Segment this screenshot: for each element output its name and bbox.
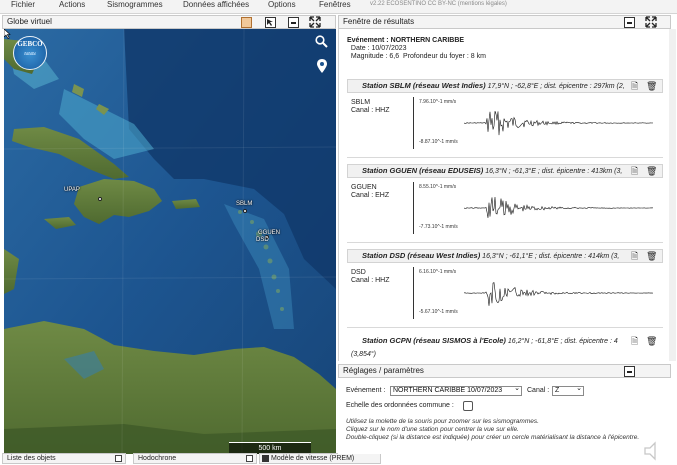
event-info: Evénement : NORTHERN CARIBBE Date : 10/0…	[347, 37, 486, 61]
station-detail: 17,9°N ; -62,8°E ; dist. épicentre : 297…	[485, 83, 625, 90]
globe-map[interactable]: GEBCO ≈≈≈ UPAP SBLM GGUEN DSD 500 km	[4, 29, 336, 454]
channel-select-label: Canal :	[527, 387, 550, 394]
results-panel: Evénement : NORTHERN CARIBBE Date : 10/0…	[338, 29, 671, 361]
station-label-dsd[interactable]: DSD	[256, 237, 269, 243]
document-icon[interactable]: 🗎	[631, 81, 638, 92]
station-header-dsd[interactable]: Station DSD (réseau West Indies) 16,3°N …	[347, 249, 663, 263]
station-label-sblm[interactable]: SBLM	[236, 201, 252, 207]
amplitude-max: 8.55.10^-1 mm/s	[419, 184, 457, 190]
signal-axis	[413, 182, 414, 234]
settings-panel-title: Réglages / paramètres	[343, 366, 424, 375]
mouse-cursor-icon	[4, 29, 11, 39]
settings-panel-header: Réglages / paramètres	[338, 364, 671, 378]
menu-options[interactable]: Options	[268, 0, 296, 9]
station-header-gcpn[interactable]: Station GCPN (réseau SISMOS à l'Ecole) 1…	[347, 334, 663, 348]
station-title[interactable]: Station DSD (réseau West Indies)	[362, 251, 480, 260]
station-label-upap[interactable]: UPAP	[64, 187, 80, 193]
amplitude-min: -8.87.10^-1 mm/s	[419, 139, 458, 145]
tab-liste-objets[interactable]: Liste des objets	[2, 453, 126, 464]
results-expand-icon[interactable]	[645, 16, 657, 28]
help-line: Utilisez la molette de la souris pour zo…	[346, 418, 539, 425]
document-icon[interactable]: 🗎	[631, 166, 638, 177]
results-scrollbar[interactable]	[669, 29, 676, 361]
signal-axis	[413, 97, 414, 149]
trash-icon[interactable]: 🗑	[646, 81, 657, 92]
seismogram-sblm[interactable]	[464, 101, 654, 145]
settings-panel: Evénement : NORTHERN CARIBBE 10/07/2023 …	[338, 378, 671, 454]
pointer-mode-icon[interactable]	[265, 17, 276, 28]
menu-sismogrammes[interactable]: Sismogrammes	[107, 0, 163, 9]
station-channel-sblm: SBLM Canal : HHZ	[351, 99, 390, 114]
tab-modele-vitesse[interactable]: Modèle de vitesse (PREM)	[259, 453, 381, 464]
results-panel-title: Fenêtre de résultats	[343, 17, 415, 26]
amplitude-max: 7.96.10^-1 mm/s	[419, 99, 457, 105]
version-text: v2.22 ECOSENTINO CC BY-NC (mentions léga…	[370, 1, 507, 7]
event-select[interactable]: NORTHERN CARIBBE 10/07/2023	[390, 385, 522, 396]
tab-restore-icon[interactable]	[246, 455, 253, 462]
document-icon[interactable]: 🗎	[631, 251, 638, 262]
amplitude-max: 6.16.10^-1 mm/s	[419, 269, 457, 275]
seismogram-gguen[interactable]	[464, 186, 654, 230]
station-detail: 16,2°N ; -61,8°E ; dist. épicentre : 4	[505, 338, 618, 345]
station-distance-partial: (3,854°)	[351, 351, 376, 358]
station-marker[interactable]	[98, 197, 102, 201]
trash-icon[interactable]: 🗑	[646, 336, 657, 347]
results-panel-header: Fenêtre de résultats	[338, 15, 671, 29]
globe-expand-icon[interactable]	[309, 16, 321, 28]
amplitude-min: -7.73.10^-1 mm/s	[419, 224, 458, 230]
document-icon[interactable]: 🗎	[631, 336, 638, 347]
station-header-sblm[interactable]: Station SBLM (réseau West Indies) 17,9°N…	[347, 79, 663, 93]
tab-hodochrone[interactable]: Hodochrone	[133, 453, 257, 464]
menu-fichier[interactable]: Fichier	[11, 0, 35, 9]
help-text: Utilisez la molette de la souris pour zo…	[346, 418, 639, 442]
event-select-label: Evénement :	[346, 387, 386, 394]
station-channel-dsd: DSD Canal : HHZ	[351, 269, 390, 284]
speaker-icon[interactable]	[643, 441, 667, 461]
trash-icon[interactable]: 🗑	[646, 251, 657, 262]
station-title[interactable]: Station SBLM (réseau West Indies)	[362, 81, 486, 90]
seismogram-dsd[interactable]	[464, 271, 654, 315]
amplitude-min: -5.67.10^-1 mm/s	[419, 309, 458, 315]
help-line: Double-cliquez (si la distance est indiq…	[346, 434, 640, 441]
station-header-gguen[interactable]: Station GGUEN (réseau EDUSEIS) 16,3°N ; …	[347, 164, 663, 178]
event-date: Date : 10/07/2023	[347, 45, 407, 52]
separator	[347, 157, 663, 158]
station-label-gguen[interactable]: GGUEN	[258, 230, 280, 236]
menu-donnees-affichees[interactable]: Données affichées	[183, 0, 249, 9]
station-marker[interactable]	[243, 209, 247, 213]
separator	[347, 327, 663, 328]
station-title[interactable]: Station GGUEN (réseau EDUSEIS)	[362, 166, 483, 175]
globe-minimize-icon[interactable]	[288, 17, 299, 28]
tab-restore-icon[interactable]	[262, 455, 269, 462]
layer-icon[interactable]	[241, 17, 252, 28]
separator	[347, 242, 663, 243]
station-detail: 16,3°N ; -61,1°E ; dist. épicentre : 414…	[480, 253, 620, 260]
common-scale-checkbox[interactable]	[463, 401, 473, 411]
help-line: Cliquez sur le nom d'une station pour ce…	[346, 426, 519, 433]
menu-fenetres[interactable]: Fenêtres	[319, 0, 351, 9]
channel-select[interactable]: Z	[552, 385, 584, 396]
globe-panel-header: Globe virtuel	[2, 15, 336, 29]
settings-minimize-icon[interactable]	[624, 366, 635, 377]
menu-actions[interactable]: Actions	[59, 0, 85, 9]
event-magnitude: Magnitude : 6,6 Profondeur du foyer : 8 …	[347, 53, 486, 60]
globe-panel-title: Globe virtuel	[7, 17, 52, 26]
signal-axis	[413, 267, 414, 319]
common-scale-label: Echelle des ordonnées commune :	[346, 402, 454, 409]
tab-restore-icon[interactable]	[115, 455, 122, 462]
event-name: Evénement : NORTHERN CARIBBE	[347, 37, 465, 44]
station-title[interactable]: Station GCPN (réseau SISMOS à l'Ecole)	[362, 336, 506, 345]
trash-icon[interactable]: 🗑	[646, 166, 657, 177]
results-minimize-icon[interactable]	[624, 17, 635, 28]
gebco-logo: GEBCO ≈≈≈	[13, 36, 47, 70]
station-channel-gguen: GGUEN Canal : EHZ	[351, 184, 390, 199]
menu-bar: Fichier Actions Sismogrammes Données aff…	[0, 0, 677, 14]
station-detail: 16,3°N ; -61,3°E ; dist. épicentre : 413…	[483, 168, 623, 175]
